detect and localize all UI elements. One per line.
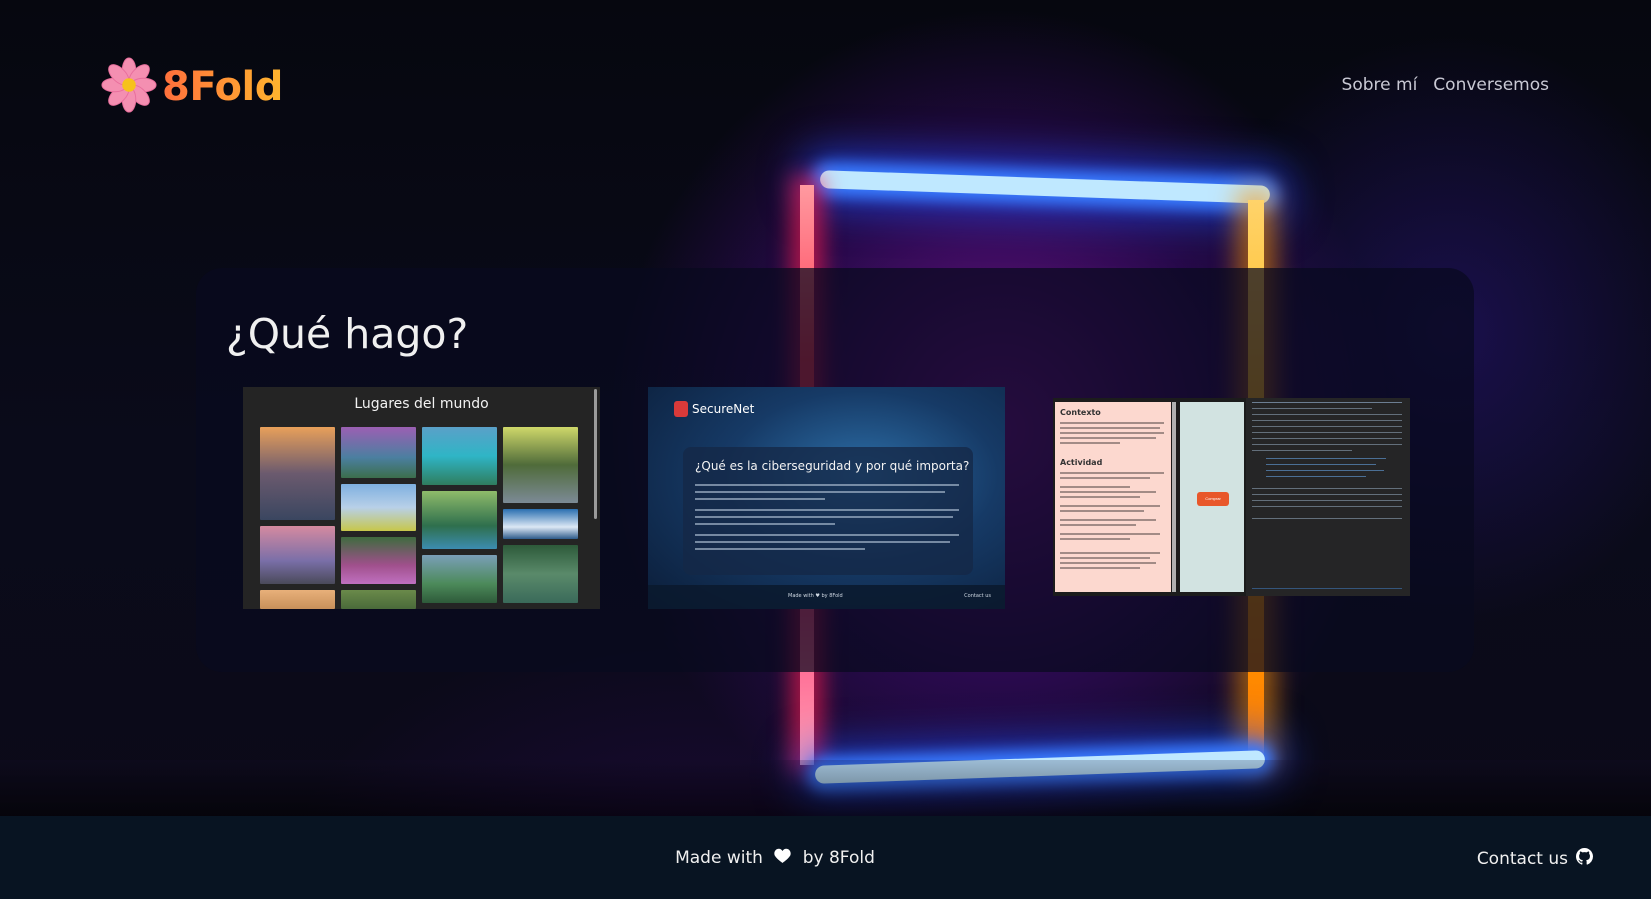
text-line [1060, 437, 1156, 439]
project-card-lugares[interactable]: Lugares del mundo [243, 387, 600, 609]
text-line [695, 484, 959, 486]
thumbnail [341, 537, 416, 584]
code-line [1252, 494, 1402, 495]
thumbnail [341, 427, 416, 478]
github-icon [1576, 848, 1593, 870]
securenet-contact: Contact us [964, 593, 991, 599]
code-line [1252, 506, 1402, 507]
thumbnail [341, 484, 416, 531]
made-with-text: Made with by 8Fold [0, 848, 1550, 868]
text-line [1060, 505, 1160, 507]
thumbnail [260, 526, 335, 584]
neon-bar-top [819, 170, 1271, 204]
thumbnail [260, 590, 335, 609]
code-line [1266, 464, 1376, 465]
text-line [1060, 552, 1160, 554]
context-pane: Contexto Actividad [1055, 402, 1171, 592]
logo-text: 8Fold [162, 64, 283, 110]
text-line [695, 541, 950, 543]
thumbnail [503, 545, 578, 603]
site-header: 8Fold Sobre mí Conversemos [0, 0, 1651, 170]
text-line [1060, 538, 1130, 540]
heart-icon [774, 848, 791, 868]
text-line [695, 523, 835, 525]
securenet-name: SecureNet [692, 402, 755, 416]
lock-icon [674, 401, 688, 417]
thumbnail [422, 427, 497, 485]
code-line [1252, 444, 1402, 445]
activity-heading: Actividad [1060, 458, 1103, 467]
securenet-made-with: Made with ♥ by 8Fold [788, 593, 843, 599]
text-line [695, 509, 959, 511]
securenet-footer: Made with ♥ by 8Fold Contact us [648, 585, 1005, 609]
contact-us-label: Contact us [1476, 849, 1568, 869]
thumbnail [341, 590, 416, 609]
floor-shadow [0, 760, 1651, 820]
code-line [1266, 470, 1384, 471]
text-line [1060, 533, 1160, 535]
securenet-headline: ¿Qué es la ciberseguridad y por qué impo… [695, 459, 970, 473]
comprar-button[interactable]: Comprar [1197, 492, 1229, 506]
thumbnail [422, 491, 497, 549]
flower-logo-icon [100, 56, 158, 118]
text-line [1060, 432, 1164, 434]
text-line [1060, 496, 1140, 498]
text-line [1060, 510, 1144, 512]
text-line [1060, 486, 1130, 488]
text-line [1060, 557, 1150, 559]
text-line [1060, 519, 1156, 521]
thumbnail [260, 427, 335, 520]
logo-link[interactable]: 8Fold [100, 56, 283, 118]
text-line [1060, 491, 1156, 493]
scrollbar [594, 389, 597, 519]
thumbnail [503, 509, 578, 539]
code-line [1252, 438, 1402, 439]
text-line [1060, 524, 1136, 526]
text-line [695, 516, 953, 518]
thumbnail [503, 427, 578, 503]
text-line [1060, 427, 1160, 429]
made-with-suffix: by 8Fold [802, 848, 875, 868]
site-footer: Made with by 8Fold Contact us [0, 816, 1651, 899]
code-line [1252, 408, 1372, 409]
securenet-brand: SecureNet [674, 401, 754, 417]
code-line [1252, 402, 1402, 403]
text-line [1060, 442, 1120, 444]
project-card-securenet[interactable]: SecureNet ¿Qué es la ciberseguridad y po… [648, 387, 1005, 609]
text-line [1060, 422, 1164, 424]
contact-us-link[interactable]: Contact us [1477, 848, 1593, 870]
text-line [695, 534, 959, 536]
text-line [695, 498, 825, 500]
code-line [1252, 588, 1402, 589]
text-line [695, 548, 865, 550]
code-line [1252, 420, 1402, 421]
code-line [1252, 518, 1402, 519]
code-line [1252, 426, 1402, 427]
code-line [1252, 414, 1402, 415]
code-line [1252, 432, 1402, 433]
text-line [1060, 562, 1156, 564]
nav-link-conversemos[interactable]: Conversemos [1433, 75, 1549, 95]
code-line [1266, 458, 1386, 459]
code-line [1252, 488, 1402, 489]
code-line [1266, 476, 1366, 477]
text-line [1060, 477, 1150, 479]
main-nav: Sobre mí Conversemos [1342, 75, 1549, 95]
code-editor-pane [1246, 398, 1410, 596]
project-title: Lugares del mundo [354, 396, 489, 412]
context-heading: Contexto [1060, 408, 1101, 417]
thumbnail [422, 555, 497, 603]
made-with-prefix: Made with [675, 848, 763, 868]
text-line [1060, 472, 1164, 474]
code-line [1252, 500, 1402, 501]
securenet-content-box: ¿Qué es la ciberseguridad y por qué impo… [683, 447, 973, 575]
section-title: ¿Qué hago? [226, 310, 469, 358]
scrollbar [1172, 402, 1176, 592]
preview-pane: Comprar [1180, 402, 1244, 592]
code-line [1252, 450, 1352, 451]
nav-link-sobre-mi[interactable]: Sobre mí [1342, 75, 1418, 95]
text-line [1060, 567, 1140, 569]
project-card-app[interactable]: Contexto Actividad Comprar [1053, 398, 1410, 596]
text-line [695, 491, 945, 493]
